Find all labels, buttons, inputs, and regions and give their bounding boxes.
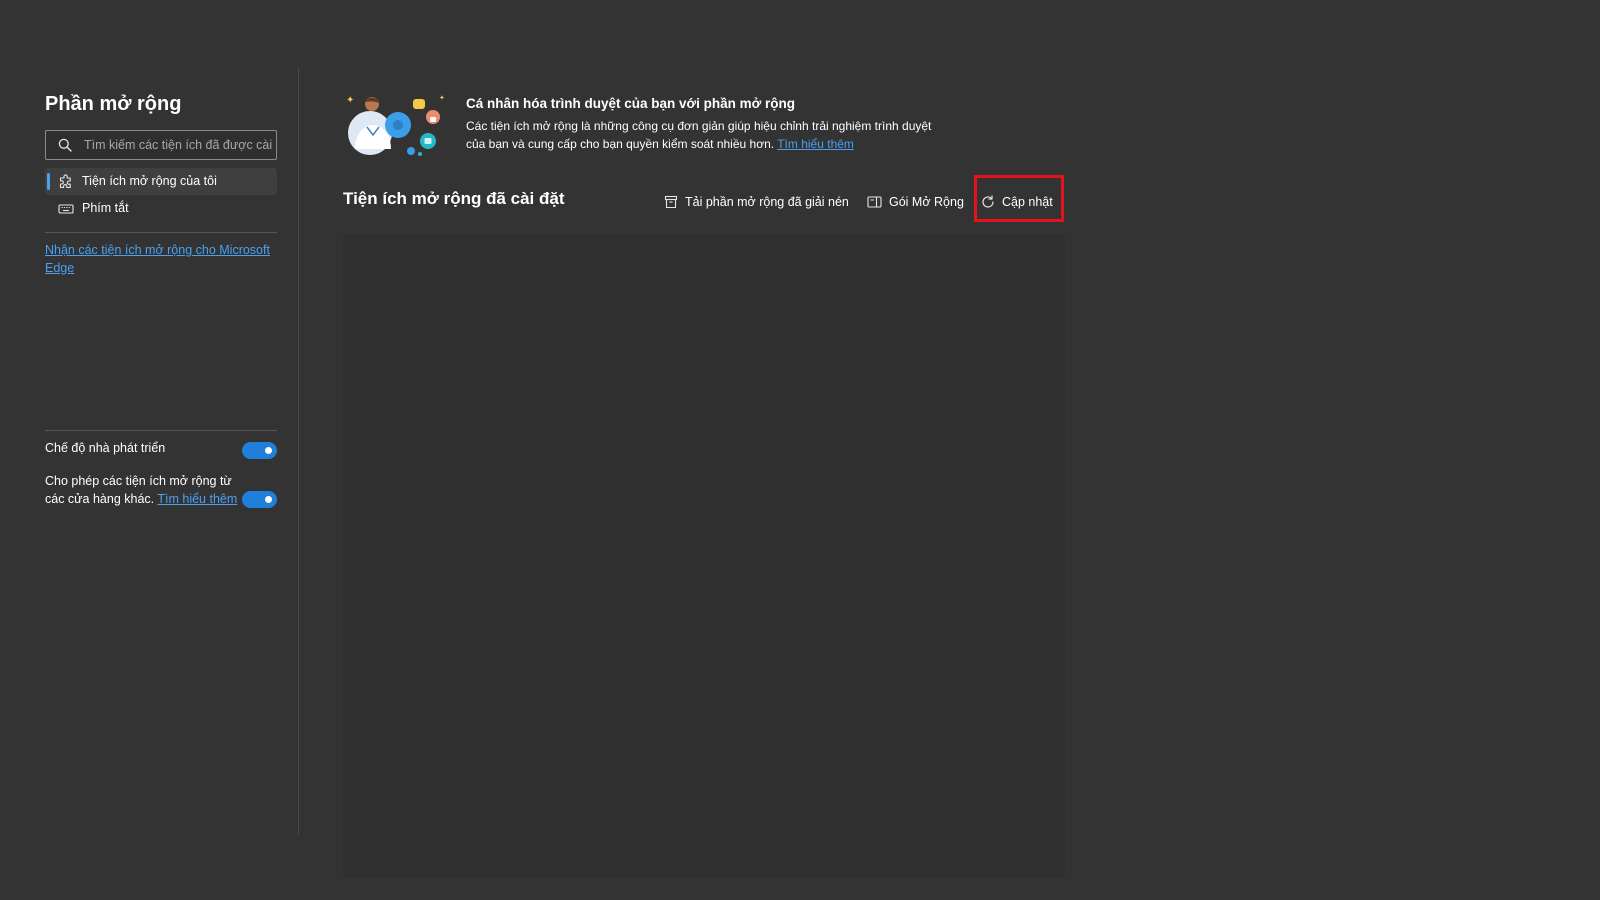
extensions-illustration: ✦ ✦ xyxy=(346,94,445,156)
pack-extension-label: Gói Mở Rộng xyxy=(889,195,964,209)
sidebar-item-label: Phím tắt xyxy=(82,201,129,215)
load-unpacked-icon xyxy=(664,195,678,209)
load-unpacked-button[interactable]: Tải phần mở rộng đã giải nén xyxy=(664,186,849,218)
sidebar-item-label: Tiện ích mở rộng của tôi xyxy=(82,174,217,188)
extensions-list xyxy=(343,234,1065,878)
keyboard-icon xyxy=(58,204,74,214)
main-content: ✦ ✦ Cá nhân hóa trình duyệt của bạn với … xyxy=(299,68,1600,878)
sidebar-item-my-extensions[interactable]: Tiện ích mở rộng của tôi xyxy=(45,168,277,195)
allow-other-stores-label: Cho phép các tiện ích mở rộng từ các cửa… xyxy=(45,472,245,508)
search-box[interactable] xyxy=(45,130,277,160)
sidebar-item-shortcuts[interactable]: Phím tắt xyxy=(45,195,277,222)
developer-mode-toggle[interactable] xyxy=(242,442,277,459)
svg-text:✦: ✦ xyxy=(346,95,354,106)
pack-extension-button[interactable]: Gói Mở Rộng xyxy=(867,186,964,218)
divider xyxy=(45,430,277,431)
update-label: Cập nhật xyxy=(1002,195,1053,209)
svg-text:✦: ✦ xyxy=(439,94,445,102)
learn-more-link[interactable]: Tìm hiểu thêm xyxy=(157,492,237,506)
divider xyxy=(45,232,277,233)
refresh-icon xyxy=(982,195,994,208)
promo-description: Các tiện ích mở rộng là những công cụ đơ… xyxy=(466,117,936,153)
installed-extensions-title: Tiện ích mở rộng đã cài đặt xyxy=(343,189,565,208)
promo-learn-more-link[interactable]: Tìm hiểu thêm xyxy=(777,137,854,151)
store-link[interactable]: Nhận các tiện ích mở rộng cho Microsoft … xyxy=(45,241,279,277)
toggle-knob xyxy=(265,496,272,503)
active-indicator xyxy=(47,173,50,190)
search-input[interactable] xyxy=(84,135,272,155)
search-icon xyxy=(58,138,72,152)
extension-icon xyxy=(59,174,71,189)
allow-other-stores-toggle[interactable] xyxy=(242,491,277,508)
update-button[interactable]: Cập nhật xyxy=(981,186,1053,218)
promo-title: Cá nhân hóa trình duyệt của bạn với phần… xyxy=(466,96,795,111)
promo-description-text: Các tiện ích mở rộng là những công cụ đơ… xyxy=(466,119,932,151)
pack-extension-icon xyxy=(867,196,882,208)
developer-mode-label: Chế độ nhà phát triển xyxy=(45,441,166,455)
toggle-knob xyxy=(265,447,272,454)
load-unpacked-label: Tải phần mở rộng đã giải nén xyxy=(685,195,849,209)
sidebar: Phần mở rộng Tiện ích mở rộng của tôi Ph… xyxy=(0,68,299,834)
sidebar-title: Phần mở rộng xyxy=(45,93,182,115)
extensions-page: Phần mở rộng Tiện ích mở rộng của tôi Ph… xyxy=(0,68,1600,878)
